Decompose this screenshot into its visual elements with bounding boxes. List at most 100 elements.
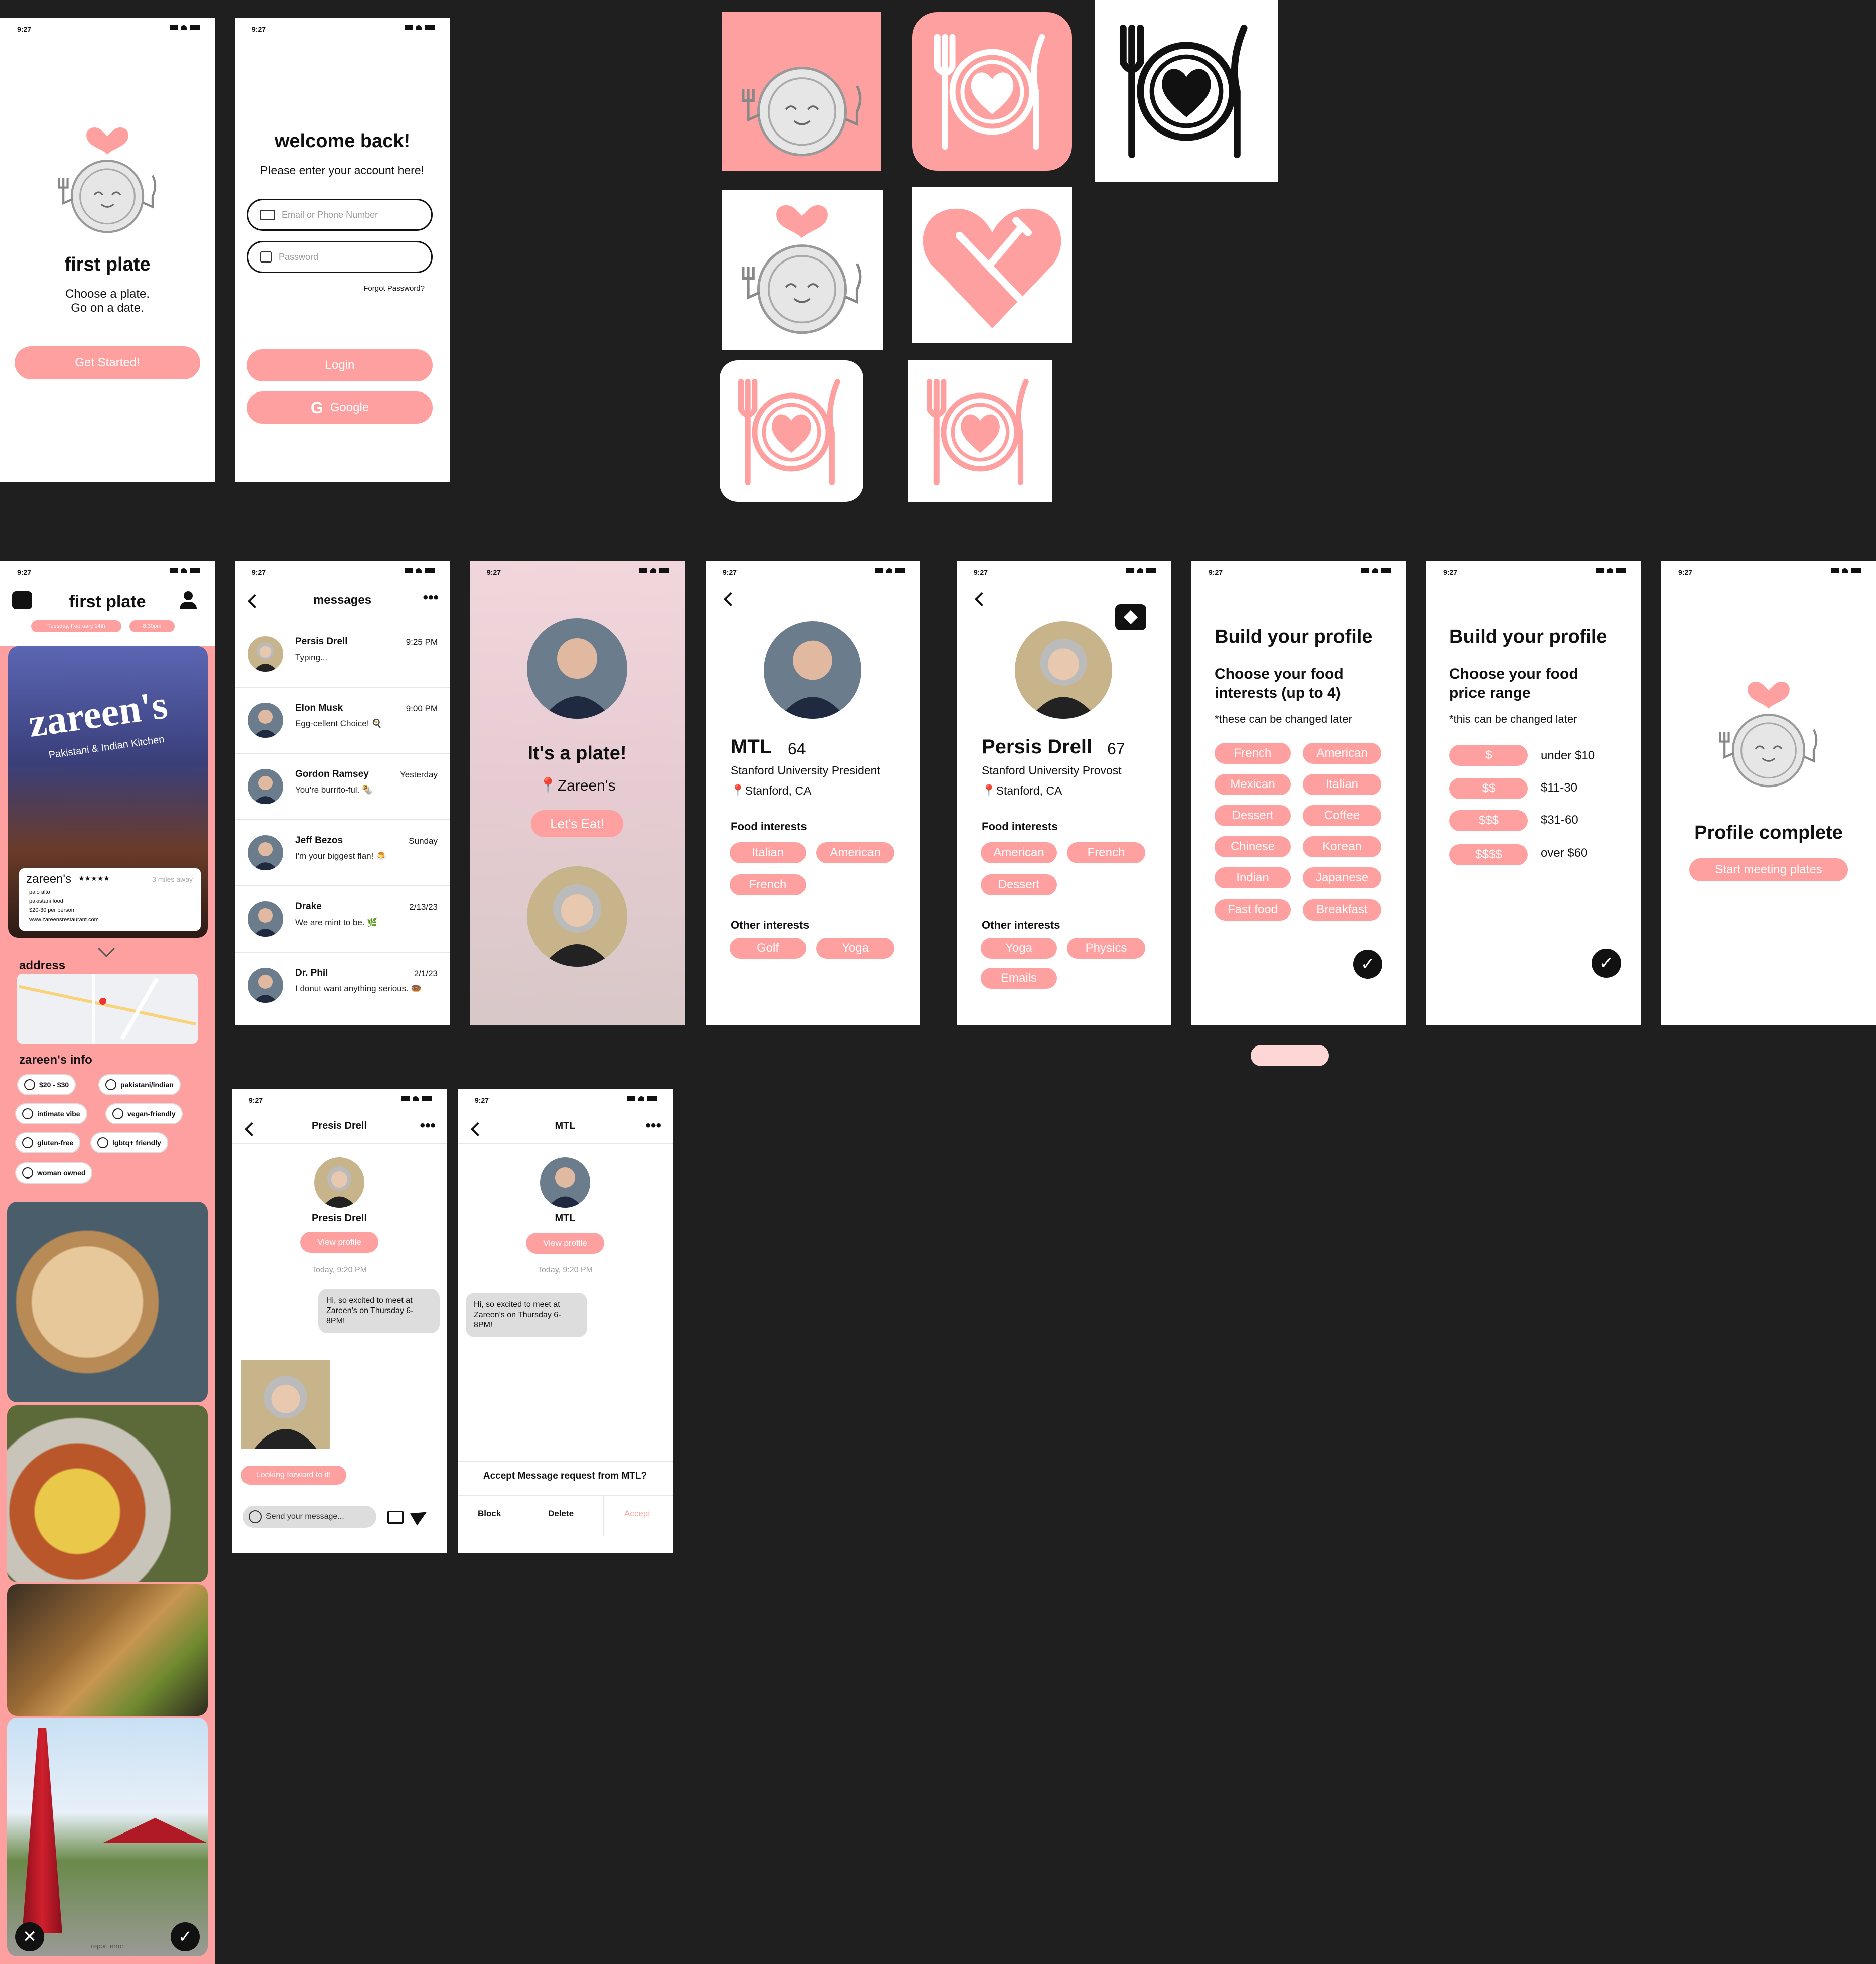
option-tag[interactable]: Mexican (1215, 774, 1291, 795)
chip-woman-owned: woman owned (15, 1162, 93, 1184)
continue-check-button[interactable]: ✓ (1592, 949, 1621, 978)
message-preview: You're burrito-ful. 🌯 (295, 785, 373, 795)
message-preview: Typing... (295, 652, 328, 662)
divider (458, 1495, 673, 1496)
option-tag[interactable]: Chinese (1215, 836, 1291, 857)
message-row[interactable]: Gordon Ramsey You're burrito-ful. 🌯 Yest… (235, 754, 450, 820)
profile-name: MTL (731, 736, 772, 758)
message-row[interactable]: Elon Musk Egg-cellent Choice! 🍳 9:00 PM (235, 688, 450, 754)
message-input[interactable]: Send your message... (243, 1506, 376, 1528)
profile-icon[interactable] (180, 591, 197, 609)
get-started-button[interactable]: Get Started! (15, 346, 200, 379)
match-place-label: Zareen's (557, 777, 616, 794)
status-time: 9:27 (249, 1096, 263, 1104)
email-field[interactable]: Email or Phone Number (247, 199, 433, 231)
block-button[interactable]: Block (478, 1509, 501, 1519)
price-tag[interactable]: $$ (1449, 778, 1528, 799)
match-title: It's a plate! (527, 743, 627, 764)
continue-check-button[interactable]: ✓ (1353, 950, 1382, 979)
option-tag[interactable]: French (1215, 743, 1291, 764)
build-profile-interests-screen: 9:27 Build your profile Choose your food… (1191, 561, 1406, 1025)
password-field[interactable]: Password (247, 241, 433, 273)
page-indicator[interactable] (1251, 1045, 1329, 1066)
chip-label: vegan-friendly (127, 1110, 176, 1118)
message-preview: I donut want anything serious. 🍩 (295, 984, 422, 993)
chevron-down-icon[interactable] (98, 940, 115, 957)
send-icon[interactable] (410, 1506, 430, 1526)
match-place: 📍Zareen's (470, 777, 685, 795)
lets-eat-button[interactable]: Let's Eat! (531, 810, 623, 837)
rainbow-icon (97, 1137, 108, 1148)
chat-avatar (540, 1157, 590, 1208)
more-options-icon[interactable]: ••• (645, 1117, 661, 1134)
password-placeholder: Password (279, 251, 319, 262)
message-sender: Drake (295, 901, 322, 912)
divider (458, 1461, 673, 1462)
message-row[interactable]: Dr. Phil I donut want anything serious. … (235, 953, 450, 1019)
restaurant-website[interactable]: www.zareensrestaurant.com (29, 916, 99, 923)
message-sender: Persis Drell (295, 636, 348, 647)
message-row[interactable]: Persis Drell Typing... 9:25 PM (235, 621, 450, 688)
option-tag[interactable]: American (1303, 743, 1381, 764)
logo-variant-2 (912, 12, 1072, 171)
restaurant-name: zareen's (26, 872, 71, 886)
google-login-button[interactable]: G Google (247, 391, 433, 424)
avatar (248, 968, 283, 1003)
option-tag[interactable]: Italian (1303, 774, 1381, 795)
start-meeting-button[interactable]: Start meeting plates (1689, 858, 1848, 881)
lock-icon (260, 251, 272, 263)
status-time: 9:27 (1209, 568, 1223, 576)
logo-variant-5 (912, 187, 1072, 343)
back-arrow-icon[interactable] (974, 592, 989, 607)
option-tag[interactable]: Korean (1303, 836, 1381, 857)
message-preview: Egg-cellent Choice! 🍳 (295, 719, 382, 728)
restaurant-info-card[interactable]: zareen's ★★★★★ 3 miles away palo alto pa… (19, 868, 201, 931)
interest-tag: Physics (1067, 938, 1145, 959)
chat-screen: 9:27 Presis Drell ••• Presis Drell View … (232, 1089, 447, 1553)
address-label: address (19, 959, 66, 972)
option-tag[interactable]: Coffee (1303, 805, 1381, 826)
received-message: Hi, so excited to meet at Zareen's on Th… (466, 1293, 587, 1337)
more-options-icon[interactable]: ••• (420, 1117, 436, 1134)
back-arrow-icon[interactable] (723, 592, 738, 607)
forgot-password-link[interactable]: Forgot Password? (363, 284, 425, 293)
accept-button[interactable]: ✓ (171, 1922, 200, 1951)
option-tag[interactable]: Fast food (1215, 899, 1291, 921)
chip-price: $20 - $30 (17, 1074, 76, 1095)
build-title: Build your profile (1449, 626, 1607, 647)
emoji-icon[interactable] (249, 1510, 262, 1523)
option-tag[interactable]: Breakfast (1303, 899, 1381, 921)
chip-vegan: vegan-friendly (105, 1103, 183, 1124)
plate-mascot-icon (732, 22, 872, 163)
plate-mascot-icon (50, 125, 165, 236)
image-icon[interactable] (387, 1511, 404, 1524)
view-profile-button[interactable]: View profile (526, 1233, 604, 1254)
plate-fork-knife-icon (917, 17, 1067, 167)
status-bar: 9:27 (470, 561, 685, 581)
food-interests-label: Food interests (731, 820, 807, 833)
price-tag[interactable]: $ (1449, 745, 1528, 766)
tagline-2: Go on a date. (71, 301, 144, 315)
view-profile-button[interactable]: View profile (300, 1232, 378, 1253)
login-screen: 9:27 welcome back! Please enter your acc… (235, 18, 450, 482)
accept-button[interactable]: Accept (624, 1509, 650, 1519)
status-bar: 9:27 (706, 561, 920, 581)
message-sender: Elon Musk (295, 703, 343, 713)
option-tag[interactable]: Indian (1215, 867, 1291, 888)
login-button[interactable]: Login (247, 349, 433, 381)
google-icon: G (310, 398, 323, 417)
address-map[interactable] (17, 974, 198, 1044)
option-tag[interactable]: Japanese (1303, 867, 1381, 888)
price-tag[interactable]: $$$ (1449, 810, 1528, 831)
message-row[interactable]: Drake We are mint to be. 🌿 2/13/23 (235, 886, 450, 953)
food-photo-3 (7, 1584, 208, 1716)
more-options-icon[interactable]: ••• (423, 589, 439, 606)
option-tag[interactable]: Dessert (1215, 805, 1291, 826)
match-screen: 9:27 It's a plate! 📍Zareen's Let's Eat! (470, 561, 685, 1025)
check-icon: ✓ (1599, 954, 1614, 973)
delete-button[interactable]: Delete (548, 1509, 574, 1519)
time-pill: 8:30pm (129, 620, 175, 632)
message-row[interactable]: Jeff Bezos I'm your biggest flan! 🍮 Sund… (235, 820, 450, 886)
price-tag[interactable]: $$$$ (1449, 844, 1528, 865)
chat-heart-icon[interactable] (1115, 604, 1146, 630)
